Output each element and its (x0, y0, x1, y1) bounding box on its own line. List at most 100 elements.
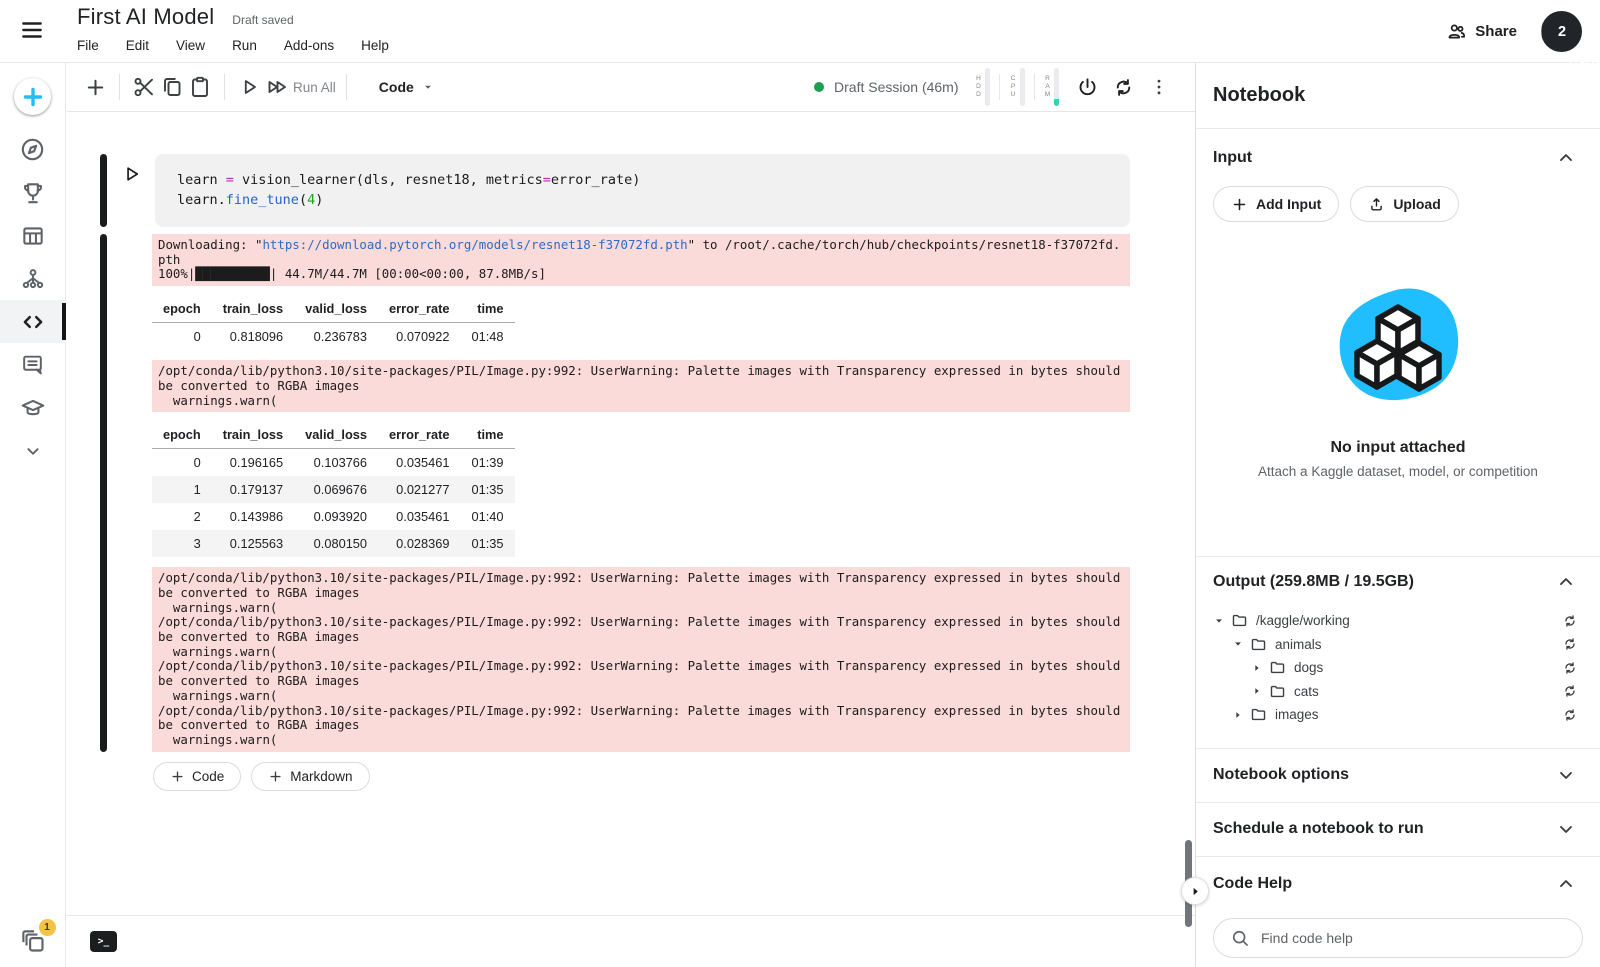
tree-item-cats[interactable]: cats (1196, 680, 1600, 704)
progress-bar-line: 100%|██████████| 44.7M/44.7M [00:00<00:0… (158, 266, 546, 281)
code-help-search-input[interactable] (1261, 930, 1566, 946)
power-icon[interactable] (1073, 73, 1101, 101)
add-code-cell-button[interactable]: Code (153, 762, 241, 791)
caret-right-icon[interactable] (1232, 710, 1244, 720)
toolbar-divider (224, 74, 225, 100)
hamburger-menu-icon[interactable] (18, 16, 46, 44)
output-section-header[interactable]: Output (259.8MB / 19.5GB) (1196, 572, 1600, 592)
terminal-icon[interactable]: >_ (90, 931, 117, 952)
run-cell-icon[interactable] (235, 73, 263, 101)
add-input-button[interactable]: Add Input (1213, 186, 1339, 222)
version-count-badge[interactable]: 2 (1542, 11, 1582, 52)
menu-edit[interactable]: Edit (126, 38, 149, 53)
sidebar-item-competitions[interactable] (0, 171, 66, 214)
sidebar-item-home[interactable] (0, 128, 66, 171)
menu-file[interactable]: File (77, 38, 99, 53)
restart-session-icon[interactable] (1109, 73, 1137, 101)
chevron-down-icon[interactable] (1556, 819, 1576, 839)
output-focus-bar[interactable] (100, 234, 107, 752)
cell-focus-bar[interactable] (100, 154, 107, 227)
cut-cell-icon[interactable] (130, 73, 158, 101)
run-all-label[interactable]: Run All (293, 80, 336, 95)
chevron-up-icon[interactable] (1556, 874, 1576, 894)
paste-cell-icon[interactable] (186, 73, 214, 101)
table-col-header: train_loss (212, 421, 294, 449)
schedule-notebook-section[interactable]: Schedule a notebook to run (1196, 803, 1600, 857)
table-col-header: valid_loss (294, 421, 378, 449)
share-button[interactable]: Share (1446, 21, 1517, 42)
more-options-icon[interactable] (1145, 73, 1173, 101)
cell-output: Downloading: "https://download.pytorch.o… (100, 234, 1130, 752)
menu-run[interactable]: Run (232, 38, 257, 53)
panel-divider (1196, 556, 1600, 557)
sidebar-item-discussions[interactable] (0, 343, 66, 386)
notebook-title[interactable]: First AI Model (77, 4, 214, 30)
sidebar-item-learn[interactable] (0, 386, 66, 429)
table-row: 30.1255630.0801500.02836901:35 (152, 530, 515, 557)
toolbar-divider (346, 74, 347, 100)
code-line-2: learn.fine_tune(4) (177, 191, 1108, 211)
caret-down-icon[interactable] (1213, 616, 1225, 626)
menu-help[interactable]: Help (361, 38, 389, 53)
menu-view[interactable]: View (176, 38, 205, 53)
code-editor[interactable]: learn = vision_learner(dls, resnet18, me… (155, 154, 1130, 227)
add-markdown-cell-button[interactable]: Markdown (251, 762, 369, 791)
tree-item-images[interactable]: images (1196, 703, 1600, 727)
notebook-main-area: Run All Code Draft Session (46m) HDD CPU (67, 63, 1195, 967)
notebook-options-section[interactable]: Notebook options (1196, 749, 1600, 803)
copy-cell-icon[interactable] (158, 73, 186, 101)
refresh-icon[interactable] (1562, 636, 1578, 652)
ram-gauge-bar (1054, 68, 1059, 106)
run-this-cell-icon[interactable] (119, 162, 143, 186)
sidebar-item-datasets[interactable] (0, 214, 66, 257)
caret-right-icon[interactable] (1251, 663, 1263, 673)
active-events-button[interactable]: 1 (20, 928, 47, 955)
table-col-header: time (461, 421, 515, 449)
table-row: 00.8180960.2367830.07092201:48 (152, 323, 515, 351)
hdd-gauge-bar (985, 68, 990, 106)
table-col-header: epoch (152, 421, 212, 449)
add-cell-icon[interactable] (81, 73, 109, 101)
input-section-header[interactable]: Input (1196, 148, 1600, 168)
graduation-cap-icon (20, 395, 46, 421)
code-help-section[interactable]: Code Help (1196, 857, 1600, 911)
menu-add-ons[interactable]: Add-ons (284, 38, 334, 53)
tree-item-dogs[interactable]: dogs (1196, 656, 1600, 680)
session-status-label[interactable]: Draft Session (46m) (834, 79, 958, 95)
console-footer: >_ (67, 915, 1195, 967)
tree-item-kaggle-working[interactable]: /kaggle/working (1196, 609, 1600, 633)
folder-icon (1250, 636, 1267, 653)
sidebar-item-more[interactable] (0, 429, 66, 472)
caret-down-icon[interactable] (1232, 639, 1244, 649)
notebook-scroll-area[interactable]: learn = vision_learner(dls, resnet18, me… (67, 112, 1195, 915)
sidebar-item-code[interactable] (0, 300, 66, 343)
notebook-settings-panel: Notebook Input Add Input Upload (1195, 63, 1600, 967)
create-button[interactable] (14, 78, 51, 115)
table-row: 20.1439860.0939200.03546101:40 (152, 503, 515, 530)
panel-title: Notebook (1213, 84, 1600, 107)
chevron-up-icon[interactable] (1556, 572, 1576, 592)
menubar: File Edit View Run Add-ons Help (77, 38, 389, 53)
upload-button[interactable]: Upload (1350, 186, 1458, 222)
download-url-link[interactable]: https://download.pytorch.org/models/resn… (262, 237, 687, 252)
refresh-icon[interactable] (1562, 707, 1578, 723)
ram-gauge[interactable]: RAM (1044, 68, 1060, 106)
chevron-down-icon[interactable] (1556, 765, 1576, 785)
sidebar-item-models[interactable] (0, 257, 66, 300)
search-icon (1230, 928, 1250, 948)
refresh-icon[interactable] (1562, 660, 1578, 676)
hdd-gauge[interactable]: HDD (975, 68, 991, 106)
save-version-button[interactable]: Save Version 2 (1541, 11, 1582, 52)
run-all-icon[interactable] (263, 73, 291, 101)
panel-collapse-toggle[interactable] (1181, 877, 1209, 905)
refresh-icon[interactable] (1562, 683, 1578, 699)
cpu-gauge[interactable]: CPU (1009, 68, 1025, 106)
caret-right-icon[interactable] (1251, 686, 1263, 696)
cell-type-dropdown[interactable]: Code (379, 79, 434, 95)
chevron-up-icon[interactable] (1556, 148, 1576, 168)
session-status-dot (814, 82, 824, 92)
notification-badge: 1 (39, 919, 56, 936)
download-progress-output: Downloading: "https://download.pytorch.o… (152, 234, 1130, 286)
refresh-icon[interactable] (1562, 613, 1578, 629)
tree-item-animals[interactable]: animals (1196, 633, 1600, 657)
